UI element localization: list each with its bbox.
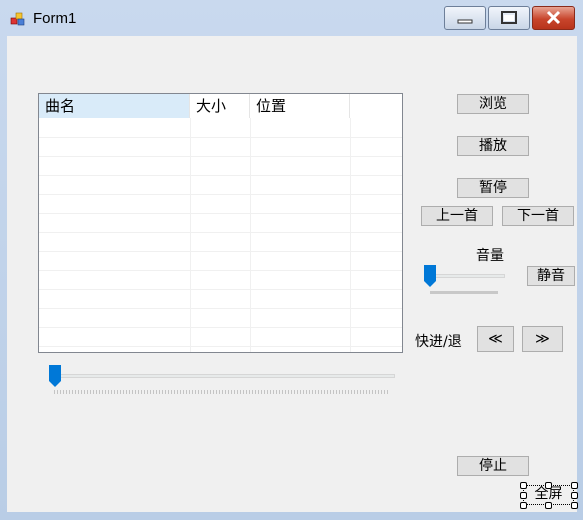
grid-row-line [39,308,402,309]
app-window: Form1 曲名 大小 位置 浏览 播放 暂停 上一首 下一首 音量 静音 快进… [0,0,583,520]
grid-divider [190,118,191,352]
volume-label: 音量 [476,248,504,264]
column-header-size[interactable]: 大小 [190,94,250,118]
grid-row-line [39,289,402,290]
resize-handle[interactable] [520,482,527,489]
column-header-location[interactable]: 位置 [250,94,350,118]
progress-ticks [54,390,390,394]
grid-row-line [39,270,402,271]
maximize-button[interactable] [488,6,530,30]
grid-divider [250,118,251,352]
resize-handle[interactable] [520,502,527,509]
playlist-grid[interactable]: 曲名 大小 位置 [38,93,403,353]
progress-slider-track[interactable] [52,374,395,378]
play-button[interactable]: 播放 [457,136,529,156]
close-icon [546,10,561,25]
resize-handle[interactable] [545,482,552,489]
grid-row-line [39,137,402,138]
seek-label: 快进/退 [415,334,462,350]
volume-slider-track[interactable] [428,274,505,278]
resize-handle[interactable] [571,502,578,509]
form-client-area: 曲名 大小 位置 浏览 播放 暂停 上一首 下一首 音量 静音 快进/退 ≪ ≫… [7,36,578,512]
grid-divider [350,118,351,352]
grid-row-line [39,194,402,195]
progress-slider-thumb[interactable] [49,365,61,387]
pause-button[interactable]: 暂停 [457,178,529,198]
volume-tick-bar [430,291,498,294]
mute-button[interactable]: 静音 [527,266,575,286]
grid-row-line [39,346,402,347]
grid-row-line [39,175,402,176]
resize-handle[interactable] [571,482,578,489]
resize-handle[interactable] [545,502,552,509]
close-button[interactable] [532,6,575,30]
browse-button[interactable]: 浏览 [457,94,529,114]
next-track-button[interactable]: 下一首 [502,206,574,226]
grid-row-line [39,232,402,233]
rewind-button[interactable]: ≪ [477,326,514,352]
stop-button[interactable]: 停止 [457,456,529,476]
grid-row-line [39,213,402,214]
minimize-icon [457,19,473,24]
grid-row-line [39,156,402,157]
previous-track-button[interactable]: 上一首 [421,206,493,226]
app-icon [10,12,25,26]
fast-forward-button[interactable]: ≫ [522,326,563,352]
volume-slider-thumb[interactable] [424,265,436,287]
column-header-title[interactable]: 曲名 [39,94,190,118]
maximize-icon [501,11,517,24]
window-title: Form1 [33,10,77,27]
grid-row-line [39,327,402,328]
title-bar[interactable]: Form1 [0,0,583,36]
grid-row-line [39,251,402,252]
minimize-button[interactable] [444,6,486,30]
resize-handle[interactable] [571,492,578,499]
fullscreen-button-selected: 全屏 [520,482,578,509]
resize-handle[interactable] [520,492,527,499]
